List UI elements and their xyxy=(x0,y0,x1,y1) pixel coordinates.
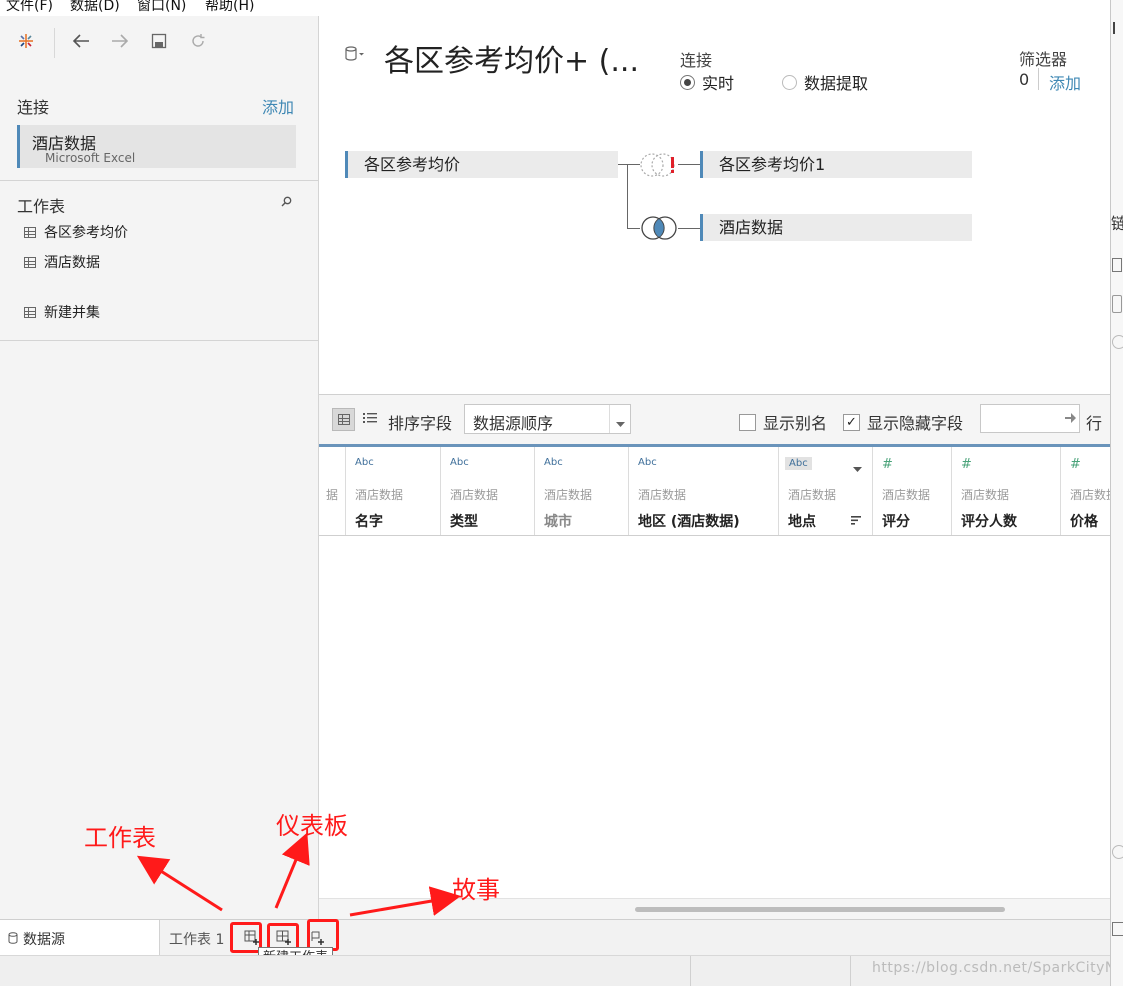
eye-icon[interactable] xyxy=(1112,335,1123,349)
annotation-story: 故事 xyxy=(452,876,500,904)
right-edge-panel: 链 xyxy=(1110,0,1123,986)
edge-circle-icon[interactable] xyxy=(1112,845,1123,859)
edge-box-icon[interactable] xyxy=(1112,922,1123,936)
edge-label: 链 xyxy=(1111,210,1123,234)
annotation-dashboard: 仪表板 xyxy=(276,812,348,840)
edge-box-icon[interactable] xyxy=(1112,258,1122,272)
edge-mark xyxy=(1113,22,1119,34)
annotation-arrows xyxy=(136,832,461,917)
annotation-worksheet: 工作表 xyxy=(84,824,156,852)
edge-box-icon[interactable] xyxy=(1112,295,1122,313)
